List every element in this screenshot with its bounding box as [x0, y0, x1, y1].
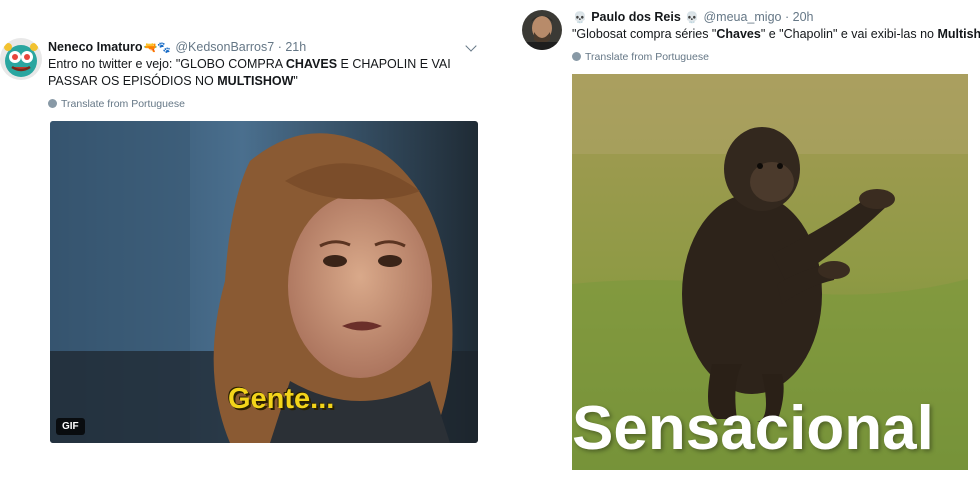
translate-link[interactable]: Translate from Portuguese: [48, 98, 185, 110]
translate-label: Translate from Portuguese: [61, 98, 185, 110]
tweet-text: Entro no twitter e vejo: "GLOBO COMPRA C…: [48, 56, 468, 90]
tweet-time[interactable]: 21h: [285, 40, 306, 54]
tweet-text-bold: Chaves: [716, 27, 761, 41]
tweet-text: "Globosat compra séries "Chaves" e "Chap…: [572, 26, 980, 43]
image-media[interactable]: Sensacional: [572, 74, 968, 470]
avatar[interactable]: [0, 38, 42, 80]
tweet-text-part: "Globosat compra séries ": [572, 27, 717, 41]
tweet-text-part: ": [293, 74, 298, 88]
meta-separator: ·: [277, 40, 282, 54]
name-emojis: 🔫🐾: [143, 42, 171, 54]
gif-caption: Gente...: [228, 383, 335, 415]
globe-icon: [572, 52, 581, 61]
tweet-text-bold: MULTISHOW: [217, 74, 294, 88]
gif-badge: GIF: [56, 418, 85, 435]
tweet-text-bold: Multishow: [937, 27, 980, 41]
tweet-header: Neneco Imaturo🔫🐾 @KedsonBarros7 · 21h: [48, 40, 306, 54]
meme-caption: Sensacional: [572, 394, 934, 463]
tweet-text-part: " e "Chapolin" e vai exibi-las no: [760, 27, 938, 41]
translate-label: Translate from Portuguese: [585, 51, 709, 63]
skull-emoji-left: 💀: [573, 12, 587, 24]
avatar-photo-icon: [522, 10, 562, 50]
avatar-cartoon-icon: [0, 38, 42, 80]
globe-icon: [48, 99, 57, 108]
user-handle[interactable]: @KedsonBarros7: [175, 40, 274, 54]
avatar[interactable]: [522, 10, 562, 50]
tweet-header: 💀 Paulo dos Reis 💀 @meua_migo · 20h: [572, 10, 813, 24]
skull-emoji-right: 💀: [685, 12, 699, 24]
tweet-text-part: Entro no twitter e vejo: "GLOBO COMPRA: [48, 57, 286, 71]
gif-media[interactable]: Gente... GIF: [50, 121, 478, 443]
display-name[interactable]: Paulo dos Reis: [591, 10, 681, 24]
display-name[interactable]: Neneco Imaturo: [48, 40, 142, 54]
translate-link[interactable]: Translate from Portuguese: [572, 51, 709, 63]
user-handle[interactable]: @meua_migo: [703, 10, 781, 24]
tweet-text-bold: CHAVES: [285, 57, 338, 71]
chevron-down-icon[interactable]: [465, 40, 477, 52]
meta-separator: ·: [784, 10, 790, 24]
tweet-time[interactable]: 20h: [793, 10, 814, 24]
